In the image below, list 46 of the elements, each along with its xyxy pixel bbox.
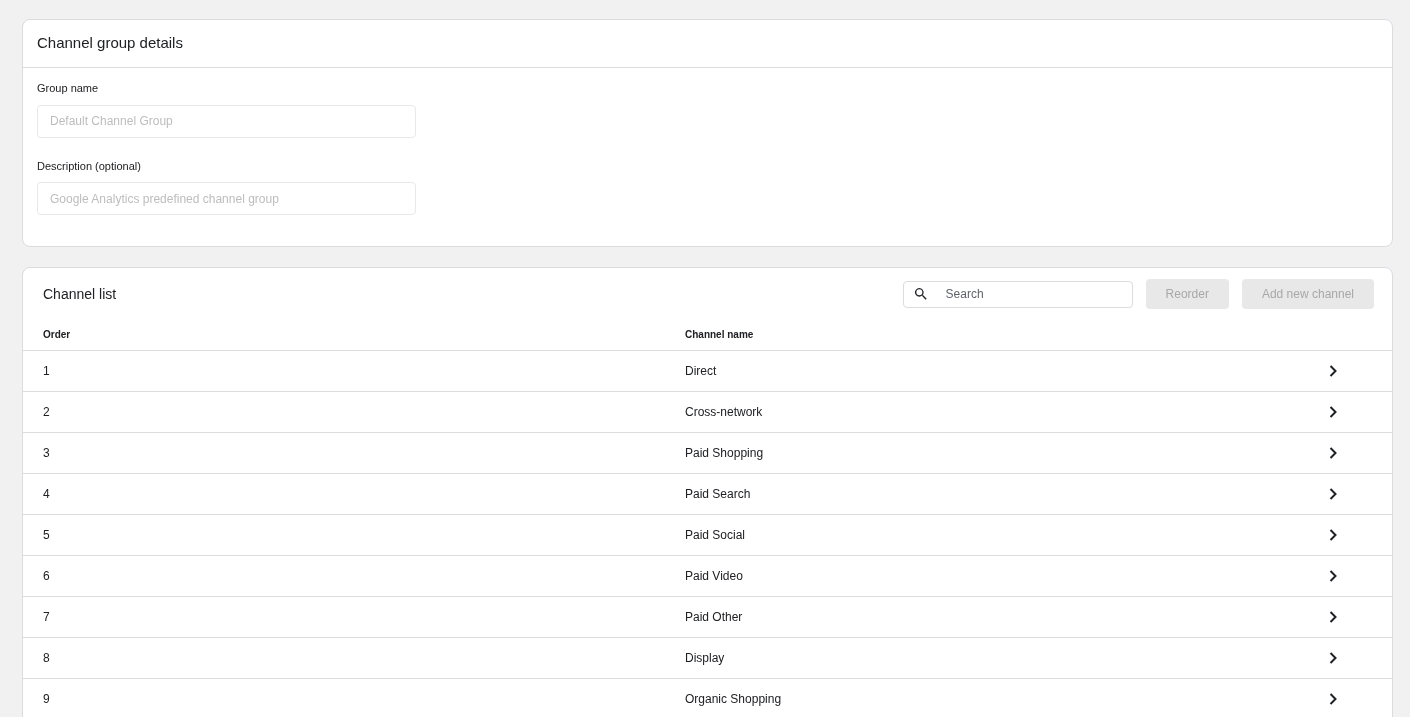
channel-name-cell-text: Paid Other — [685, 609, 744, 626]
channel-name-cell-text: Paid Search — [685, 486, 752, 503]
chevron-right-icon — [1328, 447, 1338, 459]
channel-row[interactable]: 5 Paid Social — [23, 515, 1392, 556]
order-cell-text: 7 — [43, 609, 51, 626]
search-field[interactable]: Search — [902, 280, 1133, 308]
channel-name-cell-text: Cross-network — [685, 404, 764, 421]
channel-name-cell-text: Paid Social — [685, 527, 747, 544]
chevron-right-icon — [1328, 406, 1338, 418]
channel-row[interactable]: 7 Paid Other — [23, 597, 1392, 638]
order-cell-text: 8 — [43, 650, 51, 667]
chevron-right-icon — [1328, 529, 1338, 541]
column-header: Order — [43, 327, 72, 342]
channel-row[interactable]: 1 Direct — [23, 351, 1392, 392]
chevron-right-icon — [1328, 488, 1338, 500]
text-field[interactable]: Default Channel Group — [37, 104, 416, 138]
field-label: Group name — [37, 81, 100, 96]
chevron-right-icon — [1328, 365, 1338, 377]
order-cell-text: 4 — [43, 486, 51, 503]
chevron-right-icon — [1328, 570, 1338, 582]
order-cell-text: 1 — [43, 363, 51, 380]
channel-row[interactable]: 8 Display — [23, 638, 1392, 679]
order-cell-text: 5 — [43, 527, 51, 544]
field-label: Description (optional) — [37, 158, 142, 174]
column-header: Channel name — [685, 327, 754, 342]
channel-name-cell-text: Display — [685, 650, 726, 667]
order-cell-text: 9 — [43, 691, 51, 708]
channel-row[interactable]: 3 Paid Shopping — [23, 433, 1392, 474]
chevron-right-icon — [1328, 693, 1338, 705]
channel-row[interactable]: 9 Organic Shopping — [23, 679, 1392, 717]
channel-row[interactable]: 6 Paid Video — [23, 556, 1392, 597]
chevron-right-icon — [1328, 611, 1338, 623]
chevron-right-icon — [1328, 652, 1338, 664]
card-title: Channel list — [43, 284, 118, 304]
channel-name-cell-text: Paid Shopping — [685, 445, 765, 462]
search-icon — [912, 285, 929, 302]
text-field[interactable]: Google Analytics predefined channel group — [37, 182, 416, 215]
order-cell-text: 3 — [43, 445, 51, 462]
order-cell-text: 2 — [43, 404, 51, 421]
channel-name-cell-text: Paid Video — [685, 568, 744, 585]
channel-row[interactable]: 4 Paid Search — [23, 474, 1392, 515]
channel-name-cell-text: Direct — [685, 363, 718, 380]
order-cell-text: 6 — [43, 568, 51, 585]
channel-name-cell-text: Organic Shopping — [685, 691, 783, 708]
channel-row[interactable]: 2 Cross-network — [23, 392, 1392, 433]
card-title: Channel group details — [37, 33, 183, 54]
